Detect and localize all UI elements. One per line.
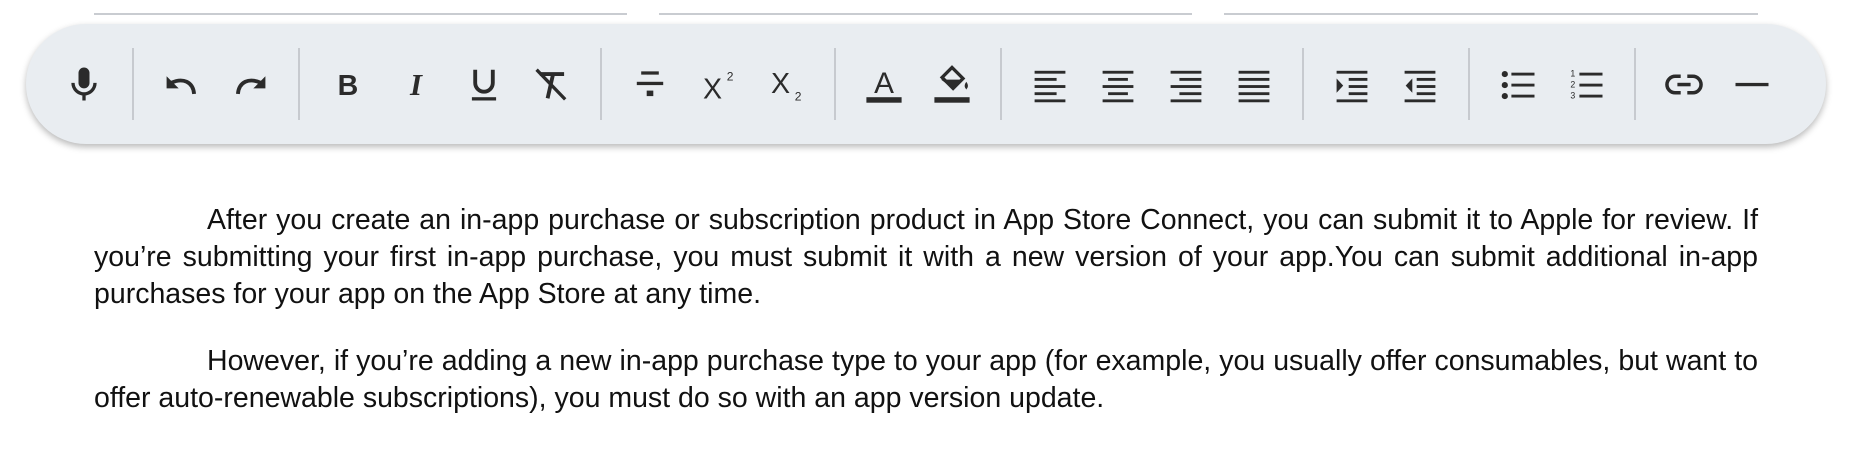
bulleted-list-button[interactable] xyxy=(1492,58,1544,110)
clear-formatting-icon xyxy=(535,68,567,101)
subscript-icon: X2 xyxy=(771,68,802,104)
numbered-list-button[interactable]: 123 xyxy=(1560,58,1612,110)
strikethrough-button[interactable] xyxy=(624,58,676,110)
toolbar-separator xyxy=(1000,48,1002,120)
superscript-icon: X2 xyxy=(703,70,734,106)
redo-icon xyxy=(235,76,266,95)
svg-text:A: A xyxy=(874,67,894,100)
bold-icon: B xyxy=(338,70,359,102)
document-body[interactable]: After you create an in-app purchase or s… xyxy=(94,202,1758,447)
bulleted-list-icon xyxy=(1501,71,1535,100)
top-divider-right xyxy=(1224,13,1758,15)
svg-text:X: X xyxy=(771,68,790,100)
link-icon xyxy=(1665,74,1703,95)
text-color-icon: A xyxy=(866,67,902,103)
horizontal-rule-icon xyxy=(1735,82,1769,87)
strikethrough-icon xyxy=(636,71,664,97)
microphone-icon xyxy=(71,67,97,101)
align-justify-button[interactable] xyxy=(1228,58,1280,110)
clear-formatting-button[interactable] xyxy=(526,58,578,110)
undo-button[interactable] xyxy=(156,58,208,110)
toolbar-separator xyxy=(834,48,836,120)
superscript-button[interactable]: X2 xyxy=(692,58,744,110)
svg-text:B: B xyxy=(338,70,359,102)
align-center-button[interactable] xyxy=(1092,58,1144,110)
svg-text:1: 1 xyxy=(1570,68,1575,78)
underline-icon xyxy=(471,69,497,101)
top-divider-middle xyxy=(659,13,1192,15)
svg-text:X: X xyxy=(703,73,722,105)
svg-text:2: 2 xyxy=(1570,79,1575,89)
align-left-icon xyxy=(1034,70,1066,103)
svg-text:2: 2 xyxy=(795,90,802,104)
toolbar-separator xyxy=(1468,48,1470,120)
top-divider-left xyxy=(94,13,627,15)
formatting-toolbar: BIX2X2A123 xyxy=(26,24,1826,144)
highlight-color-icon xyxy=(934,65,970,103)
text-color-button[interactable]: A xyxy=(858,58,910,110)
horizontal-rule-button[interactable] xyxy=(1726,58,1778,110)
paragraph-2: However, if you’re adding a new in-app p… xyxy=(94,345,1758,414)
align-right-button[interactable] xyxy=(1160,58,1212,110)
toolbar-separator xyxy=(298,48,300,120)
svg-text:I: I xyxy=(409,68,423,102)
svg-text:2: 2 xyxy=(727,70,734,84)
paragraph-1: After you create an in-app purchase or s… xyxy=(94,204,1758,310)
align-left-button[interactable] xyxy=(1024,58,1076,110)
indent-decrease-button[interactable] xyxy=(1394,58,1446,110)
redo-button[interactable] xyxy=(224,58,276,110)
toolbar-separator xyxy=(132,48,134,120)
italic-button[interactable]: I xyxy=(390,58,442,110)
indent-decrease-icon xyxy=(1404,70,1436,103)
underline-button[interactable] xyxy=(458,58,510,110)
align-right-icon xyxy=(1170,70,1202,103)
numbered-list-icon: 123 xyxy=(1570,68,1603,100)
align-justify-icon xyxy=(1238,70,1270,103)
subscript-button[interactable]: X2 xyxy=(760,58,812,110)
toolbar-separator xyxy=(1634,48,1636,120)
bold-button[interactable]: B xyxy=(322,58,374,110)
align-center-icon xyxy=(1102,70,1134,103)
link-button[interactable] xyxy=(1658,58,1710,110)
microphone-button[interactable] xyxy=(58,58,110,110)
undo-icon xyxy=(166,76,197,95)
indent-increase-icon xyxy=(1336,70,1368,103)
toolbar-separator xyxy=(600,48,602,120)
toolbar-separator xyxy=(1302,48,1304,120)
indent-increase-button[interactable] xyxy=(1326,58,1378,110)
italic-icon: I xyxy=(409,68,423,102)
highlight-color-button[interactable] xyxy=(926,58,978,110)
svg-text:3: 3 xyxy=(1570,90,1575,100)
